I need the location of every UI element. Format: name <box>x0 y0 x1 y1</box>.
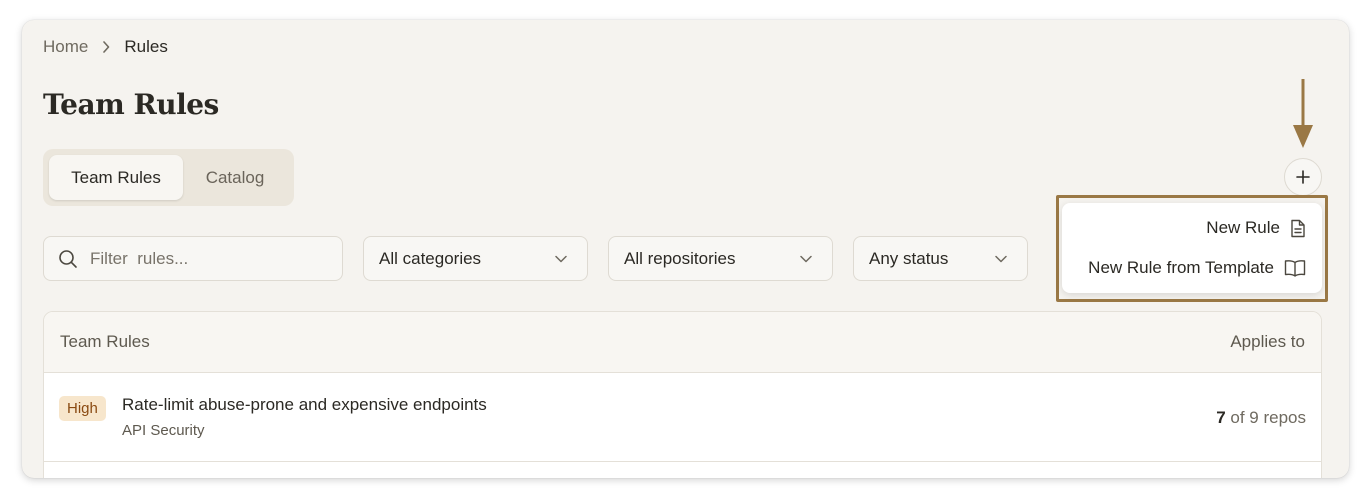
tab-team-rules[interactable]: Team Rules <box>49 155 183 200</box>
status-select-value: Any status <box>869 248 949 268</box>
column-header-team-rules: Team Rules <box>60 332 150 351</box>
column-header-applies-to: Applies to <box>1230 332 1305 351</box>
category-select-value: All categories <box>379 248 482 268</box>
chevron-down-icon <box>995 255 1007 263</box>
add-rule-menu: New Rule New Rule from Template <box>1062 203 1322 293</box>
arrow-down-annotation-icon <box>1292 79 1314 154</box>
menu-item-new-rule[interactable]: New Rule <box>1062 208 1322 248</box>
rules-table: Team Rules Applies to High Rate-limit ab… <box>43 311 1322 478</box>
severity-badge: High <box>59 396 106 421</box>
category-select[interactable]: All categories <box>363 236 588 281</box>
search-box <box>43 236 343 281</box>
menu-item-label: New Rule from Template <box>1088 258 1274 277</box>
document-icon <box>1290 219 1306 238</box>
table-header: Team Rules Applies to <box>44 312 1321 373</box>
applies-to-count: 7 of 9 repos <box>1216 408 1306 428</box>
repository-select[interactable]: All repositories <box>608 236 833 281</box>
add-rule-button[interactable] <box>1284 158 1322 196</box>
chevron-down-icon <box>800 255 812 263</box>
breadcrumb: Home Rules <box>43 37 168 57</box>
repository-select-value: All repositories <box>624 248 736 268</box>
page-title: Team Rules <box>43 88 219 121</box>
rules-window: Home Rules Team Rules Team Rules Catalog… <box>22 20 1349 478</box>
chevron-down-icon <box>555 255 567 263</box>
table-row[interactable]: High Rate-limit abuse-prone and expensiv… <box>44 373 1321 462</box>
tab-catalog[interactable]: Catalog <box>183 155 287 200</box>
applies-count-number: 7 <box>1216 408 1226 427</box>
breadcrumb-home-link[interactable]: Home <box>43 37 88 57</box>
menu-item-label: New Rule <box>1206 218 1280 237</box>
breadcrumb-current: Rules <box>124 37 168 56</box>
tab-bar: Team Rules Catalog <box>43 149 294 206</box>
search-input[interactable] <box>90 248 330 269</box>
applies-count-suffix: of 9 repos <box>1225 408 1306 427</box>
book-icon <box>1284 259 1306 277</box>
rule-category: API Security <box>122 422 205 439</box>
plus-icon <box>1296 170 1310 184</box>
rule-title[interactable]: Rate-limit abuse-prone and expensive end… <box>122 395 487 415</box>
status-select[interactable]: Any status <box>853 236 1028 281</box>
search-icon <box>58 249 78 269</box>
chevron-right-icon <box>102 41 110 53</box>
menu-item-new-rule-from-template[interactable]: New Rule from Template <box>1062 248 1322 288</box>
